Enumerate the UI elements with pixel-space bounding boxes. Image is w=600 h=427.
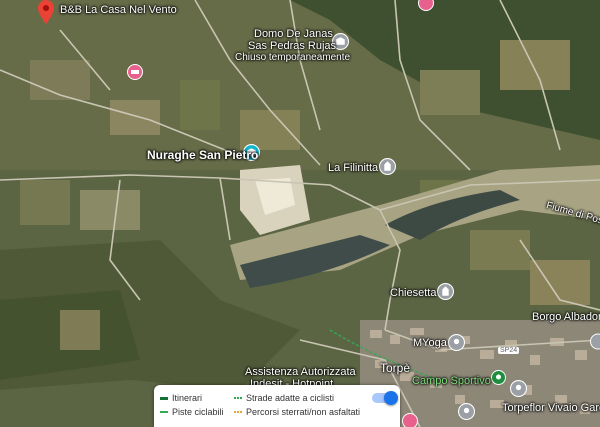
borgo-label[interactable]: Borgo Albador: [532, 311, 600, 323]
legend-piste: Piste ciclabili: [160, 407, 224, 417]
domo-label-line1[interactable]: Domo De Janas: [254, 28, 333, 40]
bottom-place-icon[interactable]: [458, 403, 475, 420]
torpe-town-label[interactable]: Torpè: [380, 361, 410, 375]
bicycling-layer-toggle[interactable]: [372, 391, 398, 405]
assistenza-label-line1[interactable]: Assistenza Autorizzata: [245, 366, 356, 378]
strade-swatch: [234, 397, 242, 399]
chiesetta-church-icon[interactable]: [437, 283, 454, 300]
satellite-map[interactable]: [0, 0, 600, 427]
hotel-icon[interactable]: [127, 64, 143, 80]
sp24-road-shield: SP24: [498, 347, 520, 354]
legend-strade-label: Strade adatte a ciclisti: [246, 393, 335, 403]
chiesetta-label[interactable]: Chiesetta: [390, 287, 436, 299]
legend-piste-label: Piste ciclabili: [172, 407, 224, 417]
toggle-knob[interactable]: [384, 391, 398, 405]
legend-itinerari-label: Itinerari: [172, 393, 203, 403]
piste-swatch: [160, 411, 168, 413]
legend-percorsi: Percorsi sterrati/non asfaltati: [234, 407, 360, 417]
filinitta-church-icon[interactable]: [379, 158, 396, 175]
campo-sportivo-label[interactable]: Campo Sportivo: [412, 375, 491, 387]
legend-percorsi-label: Percorsi sterrati/non asfaltati: [246, 407, 361, 417]
myoga-place-icon[interactable]: [448, 334, 465, 351]
legend-itinerari: Itinerari: [160, 393, 202, 403]
filinitta-label[interactable]: La Filinitta: [328, 162, 378, 174]
hotel-icon-bottom[interactable]: [402, 413, 418, 427]
legend-strade: Strade adatte a ciclisti: [234, 393, 334, 403]
torpeflor-place-icon[interactable]: [510, 380, 527, 397]
campo-sportivo-icon[interactable]: [491, 370, 506, 387]
domo-label-line2[interactable]: Sas Pedras Rujas: [248, 40, 336, 52]
bb-label[interactable]: B&B La Casa Nel Vento: [60, 4, 177, 16]
domo-status-label: Chiuso temporaneamente: [235, 52, 351, 63]
myoga-label[interactable]: MYoga: [413, 337, 447, 349]
borgo-place-icon[interactable]: [590, 333, 600, 350]
percorsi-swatch: [234, 411, 242, 413]
bicycling-legend-panel: Itinerari Piste ciclabili Strade adatte …: [154, 385, 400, 427]
bb-location-pin-icon[interactable]: [38, 0, 54, 24]
nuraghe-label[interactable]: Nuraghe San Pietro: [147, 148, 258, 162]
itinerari-swatch: [160, 396, 168, 400]
hotel-icon-top[interactable]: [418, 0, 434, 12]
torpeflor-label[interactable]: Torpeflor Vivaio Gard: [502, 402, 600, 414]
